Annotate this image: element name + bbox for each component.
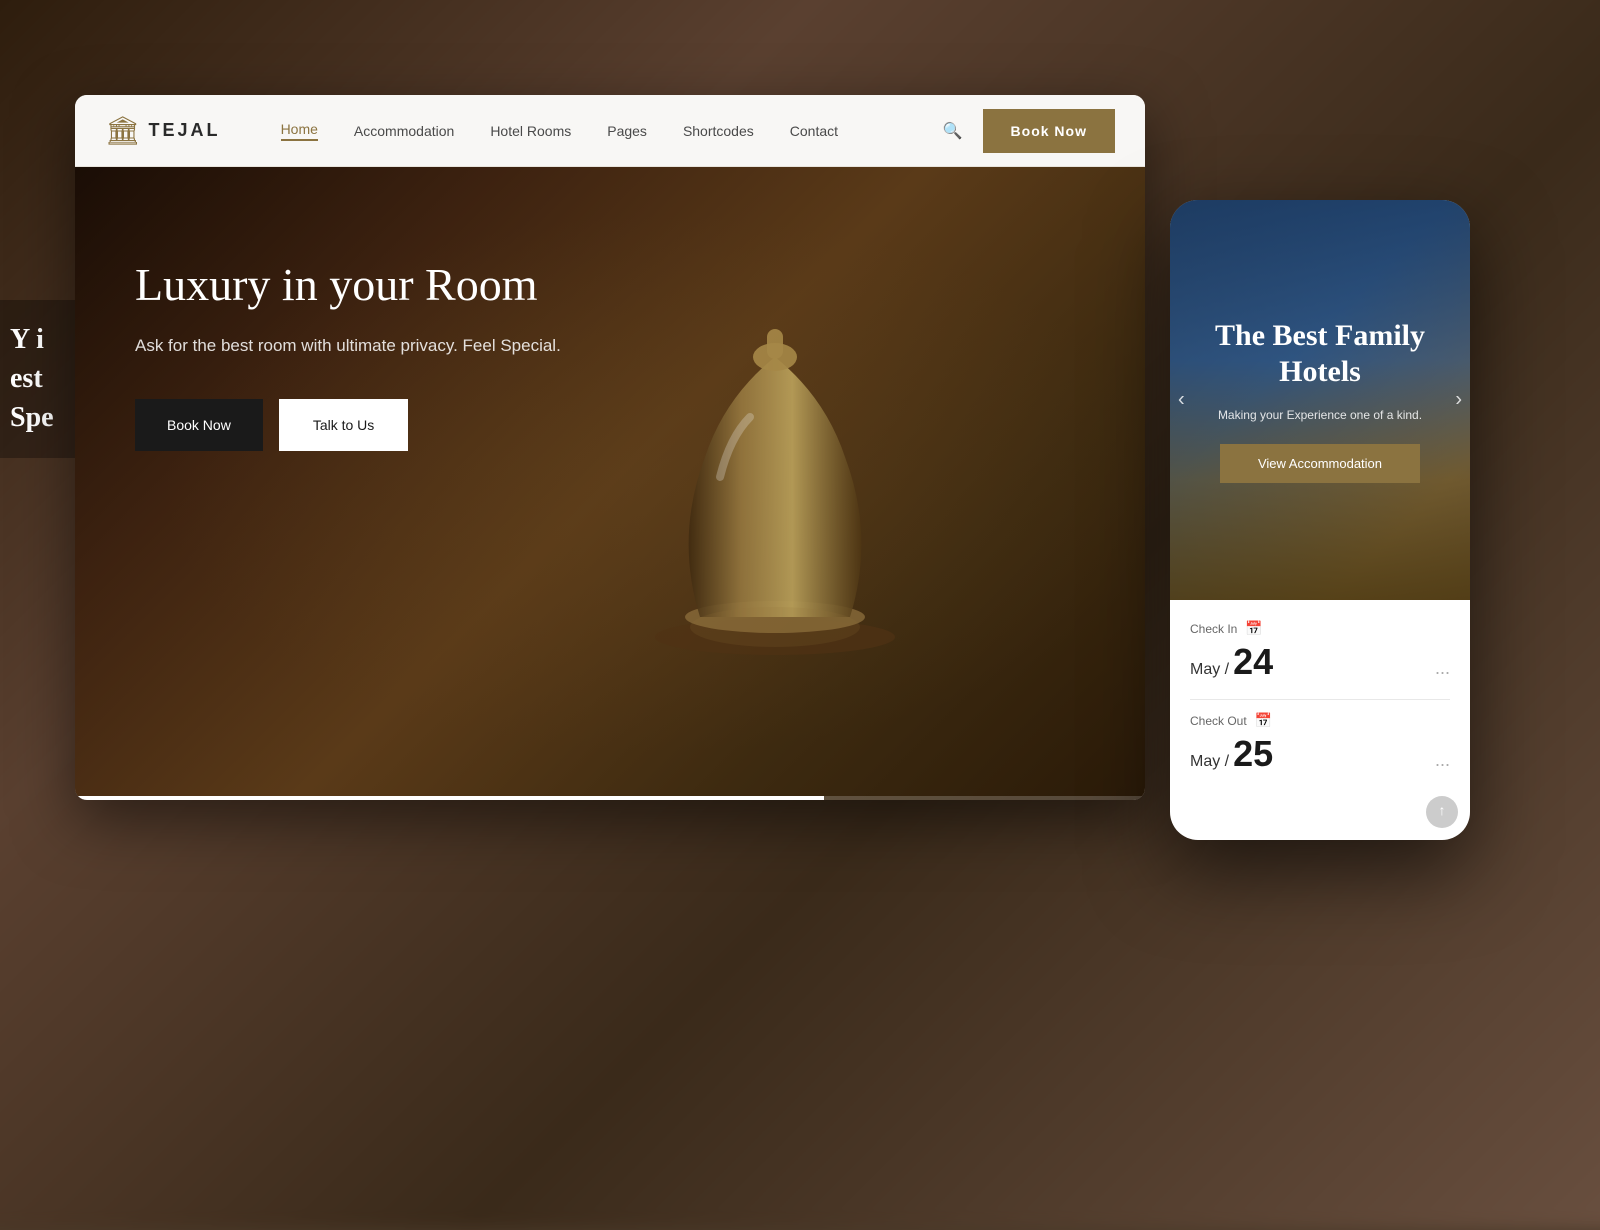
phone-hero-title: The Best Family Hotels [1190, 318, 1450, 390]
checkin-dots[interactable]: ... [1435, 658, 1450, 679]
view-accommodation-button[interactable]: View Accommodation [1220, 444, 1420, 483]
hero-book-now-button[interactable]: Book Now [135, 399, 263, 451]
checkout-month-day: May / 25 [1190, 733, 1273, 775]
checkin-field: Check In 📅 May / 24 ... [1190, 620, 1450, 683]
checkin-text: Check In [1190, 622, 1237, 636]
checkout-text: Check Out [1190, 714, 1247, 728]
logo: 🏛 TEJAL [105, 114, 221, 148]
phone-booking-section: Check In 📅 May / 24 ... Check Out 📅 May … [1170, 600, 1470, 811]
checkout-dots[interactable]: ... [1435, 750, 1450, 771]
hero-talk-to-us-button[interactable]: Talk to Us [279, 399, 408, 451]
nav-accommodation[interactable]: Accommodation [354, 123, 454, 139]
checkout-day: 25 [1233, 733, 1273, 774]
bell-decoration [625, 217, 925, 717]
carousel-prev-button[interactable]: ‹ [1178, 389, 1185, 412]
nav-shortcodes[interactable]: Shortcodes [683, 123, 754, 139]
checkout-month: May / [1190, 753, 1229, 770]
phone-hero-background [1170, 200, 1470, 600]
scroll-to-top-button[interactable]: ↑ [1426, 796, 1458, 828]
checkin-label: Check In 📅 [1190, 620, 1450, 637]
logo-icon: 🏛 [105, 114, 141, 148]
hero-subtitle: Ask for the best room with ultimate priv… [135, 332, 595, 359]
checkin-month: May / [1190, 661, 1229, 678]
nav-hotel-rooms[interactable]: Hotel Rooms [490, 123, 571, 139]
left-edge-content: Y i est Spe [0, 300, 80, 458]
hero-buttons: Book Now Talk to Us [135, 399, 595, 451]
phone-hero-section: ‹ › The Best Family Hotels Making your E… [1170, 200, 1470, 600]
progress-bar [75, 796, 824, 800]
browser-window: 🏛 TEJAL Home Accommodation Hotel Rooms P… [75, 95, 1145, 800]
checkin-calendar-icon: 📅 [1245, 620, 1262, 637]
scroll-up-icon: ↑ [1439, 804, 1446, 820]
nav-pages[interactable]: Pages [607, 123, 647, 139]
nav-home[interactable]: Home [281, 121, 318, 141]
carousel-next-button[interactable]: › [1455, 389, 1462, 412]
nav-contact[interactable]: Contact [790, 123, 838, 139]
phone-hero-subtitle: Making your Experience one of a kind. [1218, 406, 1422, 424]
checkin-month-day: May / 24 [1190, 641, 1273, 683]
nav-book-now-button[interactable]: Book Now [983, 109, 1115, 153]
search-icon[interactable]: 🔍 [943, 121, 963, 141]
checkin-date: May / 24 ... [1190, 641, 1450, 683]
checkout-label: Check Out 📅 [1190, 712, 1450, 729]
checkin-day: 24 [1233, 641, 1273, 682]
checkout-calendar-icon: 📅 [1255, 712, 1272, 729]
navbar: 🏛 TEJAL Home Accommodation Hotel Rooms P… [75, 95, 1145, 167]
checkout-field: Check Out 📅 May / 25 ... [1190, 712, 1450, 775]
phone-mockup: ‹ › The Best Family Hotels Making your E… [1170, 200, 1470, 840]
hero-title: Luxury in your Room [135, 257, 595, 312]
logo-text: TEJAL [149, 120, 221, 141]
booking-divider [1190, 699, 1450, 700]
progress-bar-container [75, 796, 1145, 800]
hero-content: Luxury in your Room Ask for the best roo… [75, 167, 655, 541]
nav-links: Home Accommodation Hotel Rooms Pages Sho… [281, 121, 943, 141]
checkout-date: May / 25 ... [1190, 733, 1450, 775]
hero-section: Luxury in your Room Ask for the best roo… [75, 167, 1145, 800]
